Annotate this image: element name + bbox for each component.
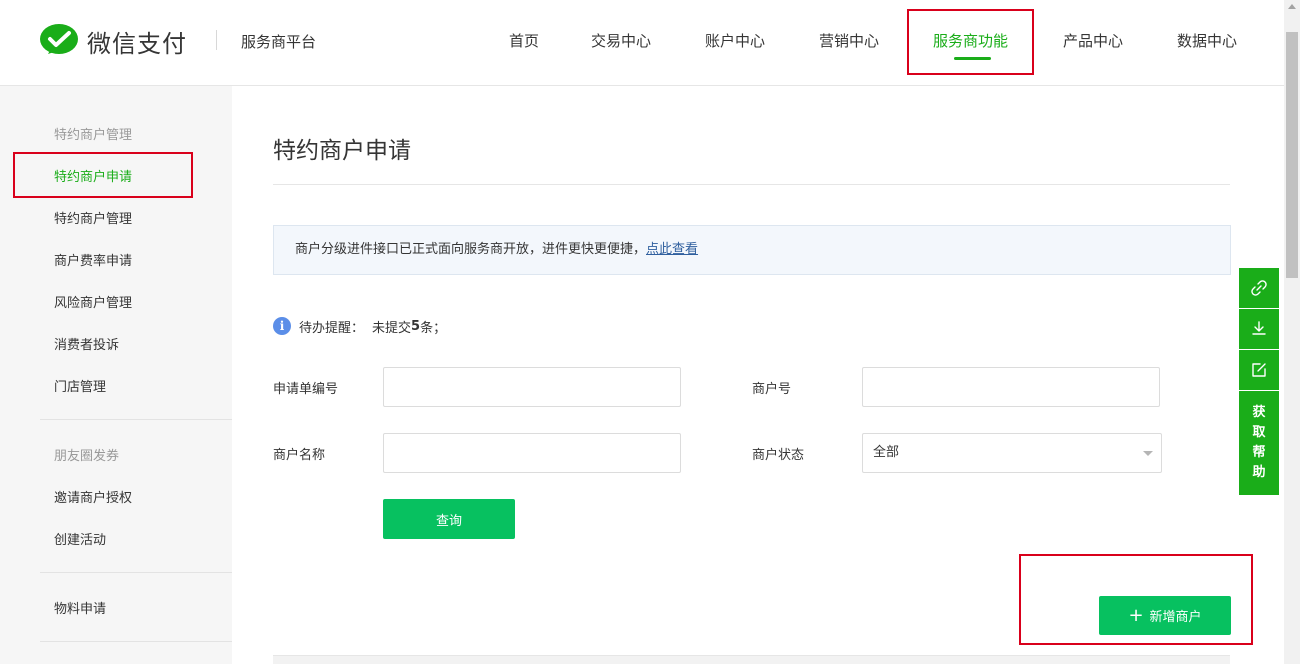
title-divider: [273, 184, 1230, 185]
reminder-count: 5: [411, 318, 421, 334]
order-no-input[interactable]: [383, 367, 681, 407]
download-icon[interactable]: [1239, 309, 1279, 349]
add-merchant-button[interactable]: + 新增商户: [1099, 596, 1231, 635]
sidebar-item-invite-authorize[interactable]: 邀请商户授权: [54, 487, 132, 506]
main-nav: 首页 交易中心 账户中心 营销中心 服务商功能 产品中心 数据中心: [0, 0, 1284, 86]
help-char: 取: [1252, 425, 1266, 440]
help-char: 帮: [1252, 445, 1266, 460]
merchant-status-select[interactable]: 全部: [862, 433, 1162, 473]
sidebar-item-merchant-manage[interactable]: 特约商户管理: [54, 208, 132, 227]
sidebar-item-risk-merchant[interactable]: 风险商户管理: [54, 292, 132, 311]
add-merchant-label: 新增商户: [1149, 610, 1202, 625]
plus-icon: +: [1128, 604, 1144, 626]
merchant-name-input[interactable]: [383, 433, 681, 473]
sidebar-item-material-apply[interactable]: 物料申请: [54, 598, 106, 617]
notice-banner: 商户分级进件接口已正式面向服务商开放，进件更快更便捷，点此查看: [273, 225, 1231, 275]
sidebar-group-title: 朋友圈发券: [54, 449, 120, 464]
nav-marketing-center[interactable]: 营销中心: [819, 30, 879, 51]
notice-text: 商户分级进件接口已正式面向服务商开放，进件更快更便捷，: [295, 242, 647, 257]
merchant-no-input[interactable]: [862, 367, 1160, 407]
nav-transaction-center[interactable]: 交易中心: [591, 30, 651, 51]
query-button-label: 查询: [435, 513, 462, 529]
info-icon: i: [273, 317, 291, 335]
sidebar-item-consumer-complaint[interactable]: 消费者投诉: [54, 334, 119, 353]
page-scrollbar[interactable]: [1284, 0, 1300, 664]
get-help-button[interactable]: 获 取 帮 助: [1239, 391, 1279, 495]
merchant-no-label: 商户号: [752, 382, 792, 397]
todo-reminder: i 待办提醒： 未提交 5 条；: [273, 317, 447, 336]
nav-active-underline: [954, 57, 991, 60]
sidebar-divider: [40, 572, 232, 573]
sidebar: 特约商户管理 特约商户申请 特约商户管理 商户费率申请 风险商户管理 消费者投诉…: [0, 86, 232, 664]
sidebar-item-store-manage[interactable]: 门店管理: [54, 376, 106, 395]
help-char: 助: [1252, 465, 1266, 480]
link-icon[interactable]: [1239, 268, 1279, 308]
nav-service-provider-functions[interactable]: 服务商功能: [933, 30, 1008, 51]
merchant-status-label: 商户状态: [752, 448, 805, 463]
nav-account-center[interactable]: 账户中心: [705, 30, 765, 51]
merchant-name-label: 商户名称: [273, 448, 326, 463]
query-button[interactable]: 查询: [383, 499, 515, 539]
sidebar-item-merchant-apply[interactable]: 特约商户申请: [54, 166, 132, 185]
nav-data-center[interactable]: 数据中心: [1177, 30, 1237, 51]
nav-home[interactable]: 首页: [509, 30, 539, 51]
scroll-up-arrow-icon[interactable]: [1288, 4, 1296, 9]
sidebar-item-rate-apply[interactable]: 商户费率申请: [54, 250, 132, 269]
nav-product-center[interactable]: 产品中心: [1063, 30, 1123, 51]
reminder-prefix: 未提交: [372, 320, 412, 336]
merchant-status-value: 全部: [873, 445, 900, 460]
sidebar-divider: [40, 641, 232, 642]
table-header-strip: [273, 655, 1230, 664]
help-char: 获: [1252, 405, 1266, 420]
order-no-label: 申请单编号: [273, 382, 339, 397]
scroll-thumb[interactable]: [1286, 32, 1298, 278]
page-title: 特约商户申请: [273, 138, 411, 164]
sidebar-group-title: 特约商户管理: [54, 128, 133, 143]
reminder-suffix: 条；: [420, 320, 447, 336]
chevron-down-icon: [1143, 451, 1153, 456]
notice-link[interactable]: 点此查看: [646, 242, 698, 257]
reminder-label: 待办提醒：: [299, 320, 365, 336]
sidebar-item-create-activity[interactable]: 创建活动: [54, 529, 106, 548]
sidebar-divider: [40, 419, 232, 420]
edit-icon[interactable]: [1239, 350, 1279, 390]
top-header: 微信支付 服务商平台 首页 交易中心 账户中心 营销中心 服务商功能 产品中心 …: [0, 0, 1284, 86]
